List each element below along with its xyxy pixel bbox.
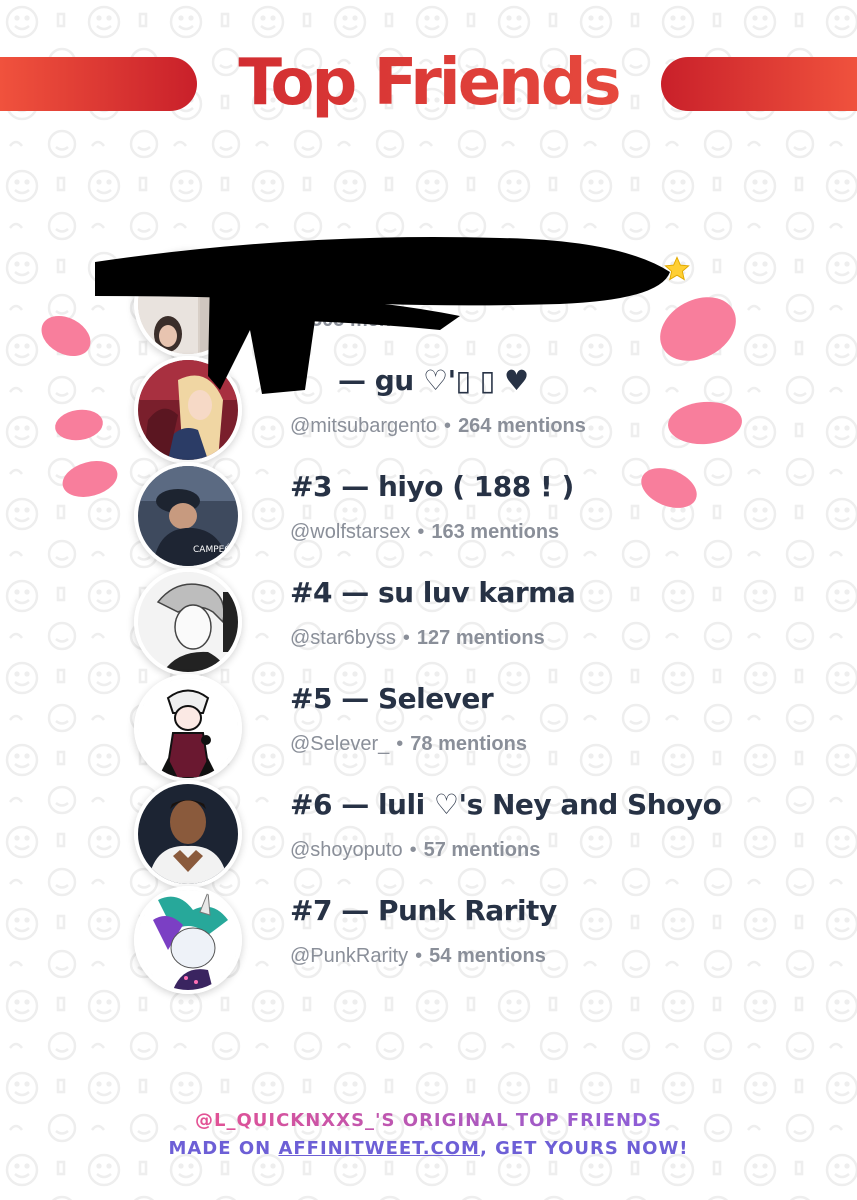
friend-handle: @wolfstarsex [290, 521, 411, 543]
football-player-avatar[interactable] [134, 780, 242, 888]
cap-person-avatar[interactable]: CAMPEÓN [134, 462, 242, 570]
separator-dot: • [402, 627, 410, 649]
mention-count: 54 mentions [429, 945, 546, 967]
svg-text:CAMPEÓN: CAMPEÓN [193, 543, 238, 555]
star-icon [664, 256, 690, 281]
footer-prefix: MADE ON [168, 1138, 279, 1159]
footer-cta: MADE ON AFFINITWEET.COM, GET YOURS NOW! [0, 1138, 857, 1159]
sketch-boy-avatar[interactable] [134, 568, 242, 676]
friend-meta: @Selever_ • 78 mentions [290, 733, 527, 756]
separator-dot: • [415, 945, 423, 967]
anime-couple-avatar[interactable] [134, 356, 242, 464]
friend-row-3[interactable]: CAMPEÓN #3 — hiyo ( 188 ! ) @wolfstarsex… [0, 462, 857, 570]
friend-row-5[interactable]: #5 — Selever @Selever_ • 78 mentions [0, 674, 857, 782]
mention-count: 57 mentions [423, 839, 541, 861]
separator-dot: • [417, 521, 425, 543]
separator-dot: • [297, 309, 305, 331]
friend-handle: @PunkRarity [290, 945, 409, 967]
friend-handle: @Selever_ [290, 733, 390, 755]
footer-suffix: , GET YOURS NOW! [479, 1138, 689, 1159]
friend-meta: @star6byss • 127 mentions [290, 627, 545, 650]
friend-handle: @shoyoputo [290, 839, 403, 861]
page-title: Top Friends [0, 38, 857, 128]
separator-dot: • [409, 839, 417, 861]
friend-row-6[interactable]: #6 — luli ♡'s Ney and Shoyo @shoyoputo • 5… [0, 780, 857, 888]
photo-pair-avatar[interactable] [134, 250, 242, 358]
separator-dot: • [396, 733, 404, 755]
friend-row-4[interactable]: #4 — su luv karma @star6byss • 127 mention… [0, 568, 857, 676]
friend-name: #3 — hiyo ( 188 ! ) [290, 470, 574, 503]
unicorn-avatar[interactable] [134, 886, 242, 994]
friend-name: — gu ♡'▯ ▯ ♥ [338, 364, 529, 397]
friend-meta: @wolfstarsex • 163 mentions [290, 521, 559, 544]
cartoon-singer-avatar[interactable] [134, 674, 242, 782]
footer-credit: @L_QUICKNXXS_'S ORIGINAL TOP FRIENDS [0, 1110, 857, 1131]
friend-handle: @star6byss [290, 627, 396, 649]
mention-count: 127 mentions [416, 627, 545, 649]
friend-meta: @shoyoputo • 57 mentions [290, 839, 540, 862]
friend-handle: @mitsubargento [290, 415, 438, 437]
affinitweet-link[interactable]: AFFINITWEET.COM [278, 1138, 480, 1159]
mention-count: 264 mentions [458, 415, 586, 437]
friend-row-7[interactable]: #7 — Punk Rarity @PunkRarity • 54 mentions [0, 886, 857, 994]
footer-line-1: @L_QUICKNXXS_'S ORIGINAL TOP FRIENDS [195, 1110, 662, 1131]
mention-count: 163 mentions [431, 521, 560, 543]
friend-meta: • 305 mentions [290, 309, 439, 332]
friend-name: #5 — Selever [290, 682, 494, 715]
friend-name: #7 — Punk Rarity [290, 894, 557, 927]
friend-name: #6 — luli ♡'s Ney and Shoyo [290, 788, 722, 821]
friend-meta: @mitsubargento • 264 mentions [290, 415, 586, 438]
separator-dot: • [444, 415, 452, 437]
friend-name: #4 — su luv karma [290, 576, 576, 609]
mention-count: 305 mentions [311, 309, 439, 331]
friend-meta: @PunkRarity • 54 mentions [290, 945, 546, 968]
mention-count: 78 mentions [410, 733, 527, 755]
